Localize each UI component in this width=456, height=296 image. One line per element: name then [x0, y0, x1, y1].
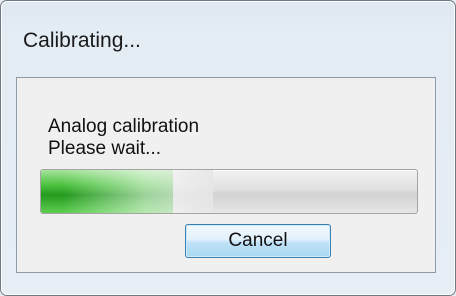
status-message: Analog calibration — [48, 116, 200, 137]
dialog-title: Calibrating... — [23, 29, 141, 52]
calibrating-dialog: Calibrating... Analog calibration Please… — [0, 0, 456, 296]
progress-bar-highlight — [62, 170, 213, 213]
dialog-content: Analog calibration Please wait... Cancel — [16, 77, 436, 273]
progress-bar — [40, 169, 418, 214]
cancel-button[interactable]: Cancel — [185, 224, 331, 258]
title-bar[interactable]: Calibrating... — [1, 1, 455, 75]
wait-message: Please wait... — [48, 138, 161, 159]
